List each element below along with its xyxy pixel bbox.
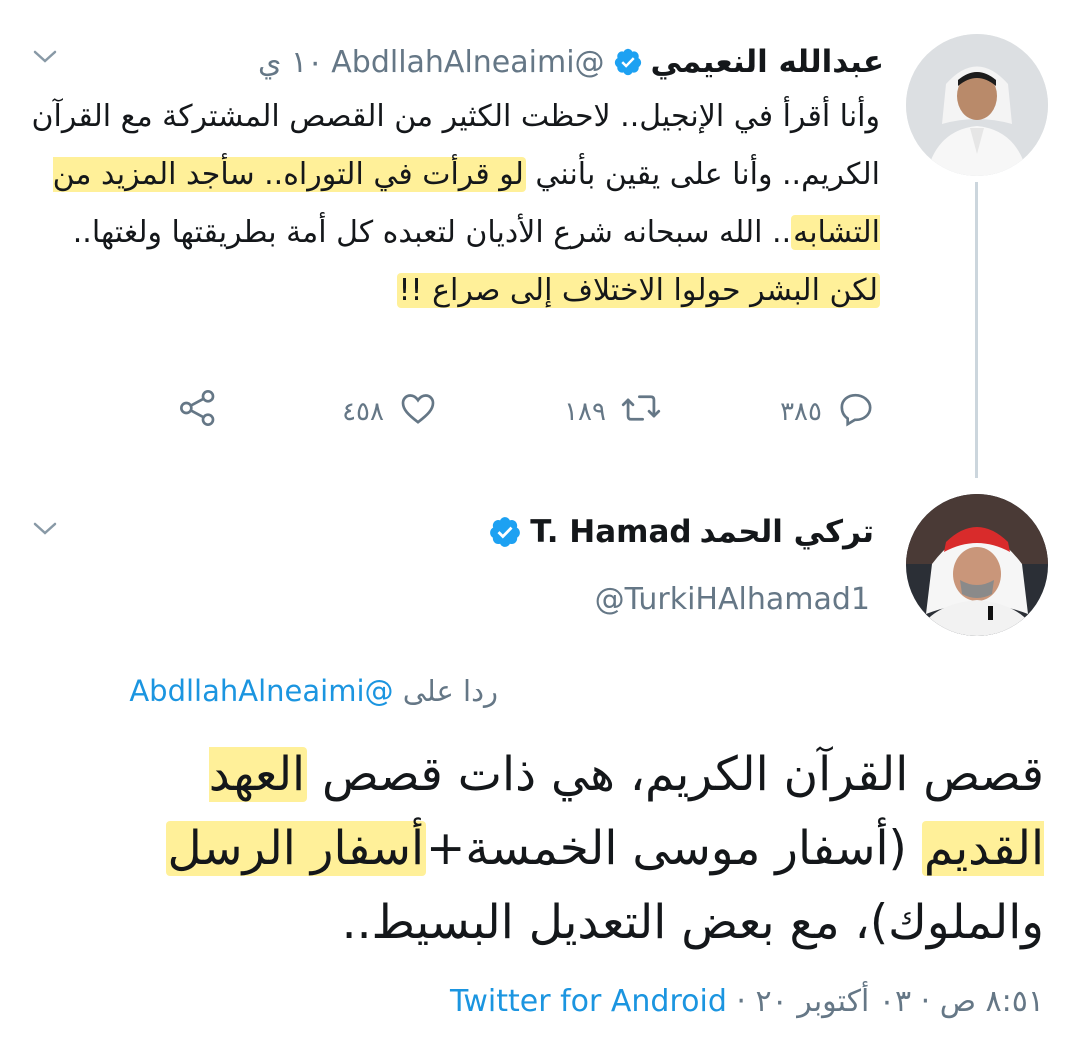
author-handle[interactable]: @AbdllahAlneaimi [331,45,604,80]
thread-line [975,182,978,478]
author-name[interactable]: عبدالله النعيمي [651,44,884,80]
reply-icon [836,388,876,435]
reply-to-label: ردا على [402,674,498,708]
retweet-icon [620,388,662,435]
meta-separator: · [736,984,746,1019]
tweet1-text: وأنا أقرأ في الإنجيل.. لاحظت الكثير من ا… [20,88,880,320]
tweet-time[interactable]: ١٠ ي [258,45,323,80]
tweet2-text: قصص القرآن الكريم، هي ذات قصص العهد القد… [164,738,1044,960]
tweet-meta: ٨:٥١ ص · ٠٣ أكتوبر ٢٠ · Twitter for Andr… [450,984,1044,1019]
tweet2-text-part: (أسفار موسى الخمسة+ [426,821,922,876]
share-icon [176,388,220,435]
heart-icon [398,388,438,435]
like-button[interactable]: ٤٥٨ [342,388,438,435]
share-button[interactable] [176,388,220,435]
author-name-latin[interactable]: T. Hamad [530,514,691,550]
tweet1-text-part: .. الله سبحانه شرع الأديان لتعبده كل أمة… [72,215,792,250]
verified-badge-icon [613,47,643,77]
author-name[interactable]: تركي الحمد [700,514,874,550]
tweet1-text-highlight: لكن البشر حولوا الاختلاف إلى صراع !! [396,273,880,308]
tweet2-text-highlight: أسفار الرسل [165,821,427,876]
reply-count: ٣٨٥ [780,396,822,427]
like-count: ٤٥٨ [342,396,384,427]
tweet2-header: تركي الحمد T. Hamad [488,514,874,550]
author-avatar[interactable] [906,34,1048,176]
chevron-down-icon[interactable] [32,48,58,70]
author-avatar[interactable] [906,494,1048,636]
tweet2-text-part: قصص القرآن الكريم، هي ذات قصص [307,747,1044,802]
timestamp[interactable]: ٨:٥١ ص · ٠٣ أكتوبر ٢٠ [756,984,1045,1019]
verified-badge-icon [488,515,522,549]
reply-button[interactable]: ٣٨٥ [780,388,876,435]
tweet1-header: عبدالله النعيمي @AbdllahAlneaimi ١٠ ي [258,44,884,80]
tweet2-text-part: والملوك)، مع بعض التعديل البسيط.. [341,895,1044,950]
reply-to-mention[interactable]: @AbdllahAlneaimi [129,674,393,708]
reply-to-line: ردا على @AbdllahAlneaimi [129,674,498,708]
retweet-count: ١٨٩ [564,396,606,427]
chevron-down-icon[interactable] [32,520,58,542]
source-link[interactable]: Twitter for Android [450,984,727,1019]
author-handle[interactable]: @TurkiHAlhamad1 [595,582,870,617]
retweet-button[interactable]: ١٨٩ [564,388,662,435]
